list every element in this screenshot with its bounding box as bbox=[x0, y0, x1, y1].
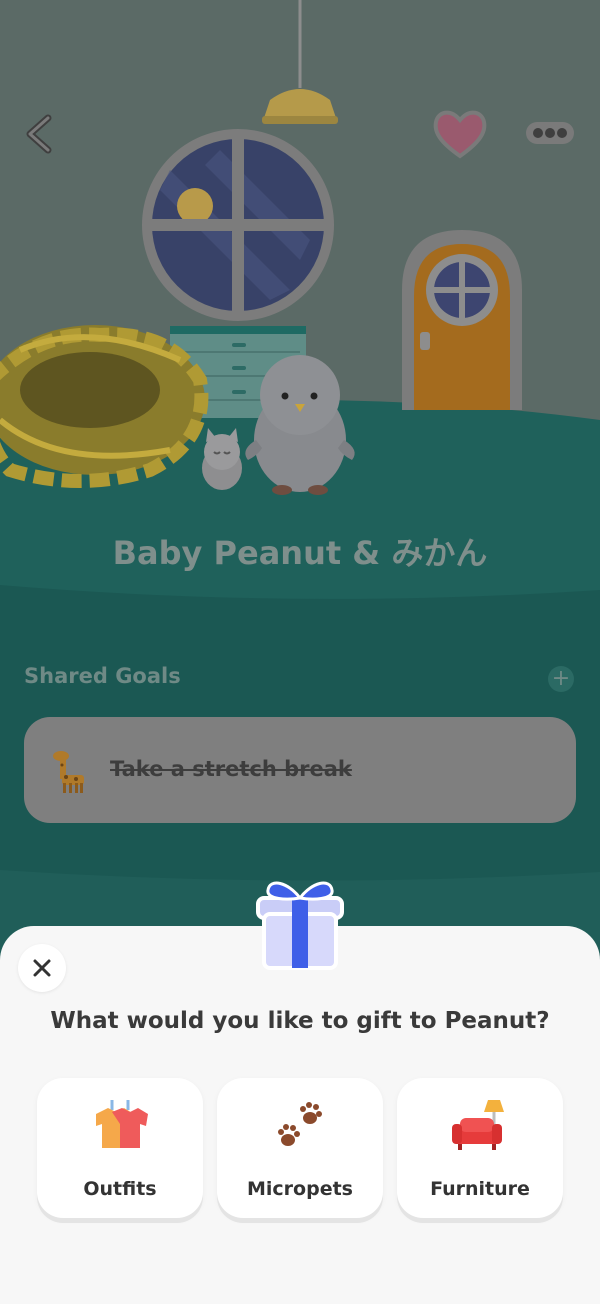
gift-option-micropets[interactable]: Micropets bbox=[217, 1078, 383, 1218]
paw-prints-icon bbox=[278, 1102, 322, 1146]
option-label: Furniture bbox=[430, 1178, 530, 1200]
gift-prompt: What would you like to gift to Peanut? bbox=[50, 1008, 550, 1034]
close-icon bbox=[33, 959, 51, 977]
gift-option-furniture[interactable]: Furniture bbox=[397, 1078, 563, 1218]
sofa-lamp-icon bbox=[452, 1100, 504, 1150]
close-button[interactable] bbox=[18, 944, 66, 992]
gift-option-outfits[interactable]: Outfits bbox=[37, 1078, 203, 1218]
outfits-icon bbox=[96, 1100, 148, 1148]
option-label: Outfits bbox=[83, 1178, 157, 1200]
option-label: Micropets bbox=[247, 1178, 353, 1200]
gift-icon bbox=[256, 881, 344, 970]
